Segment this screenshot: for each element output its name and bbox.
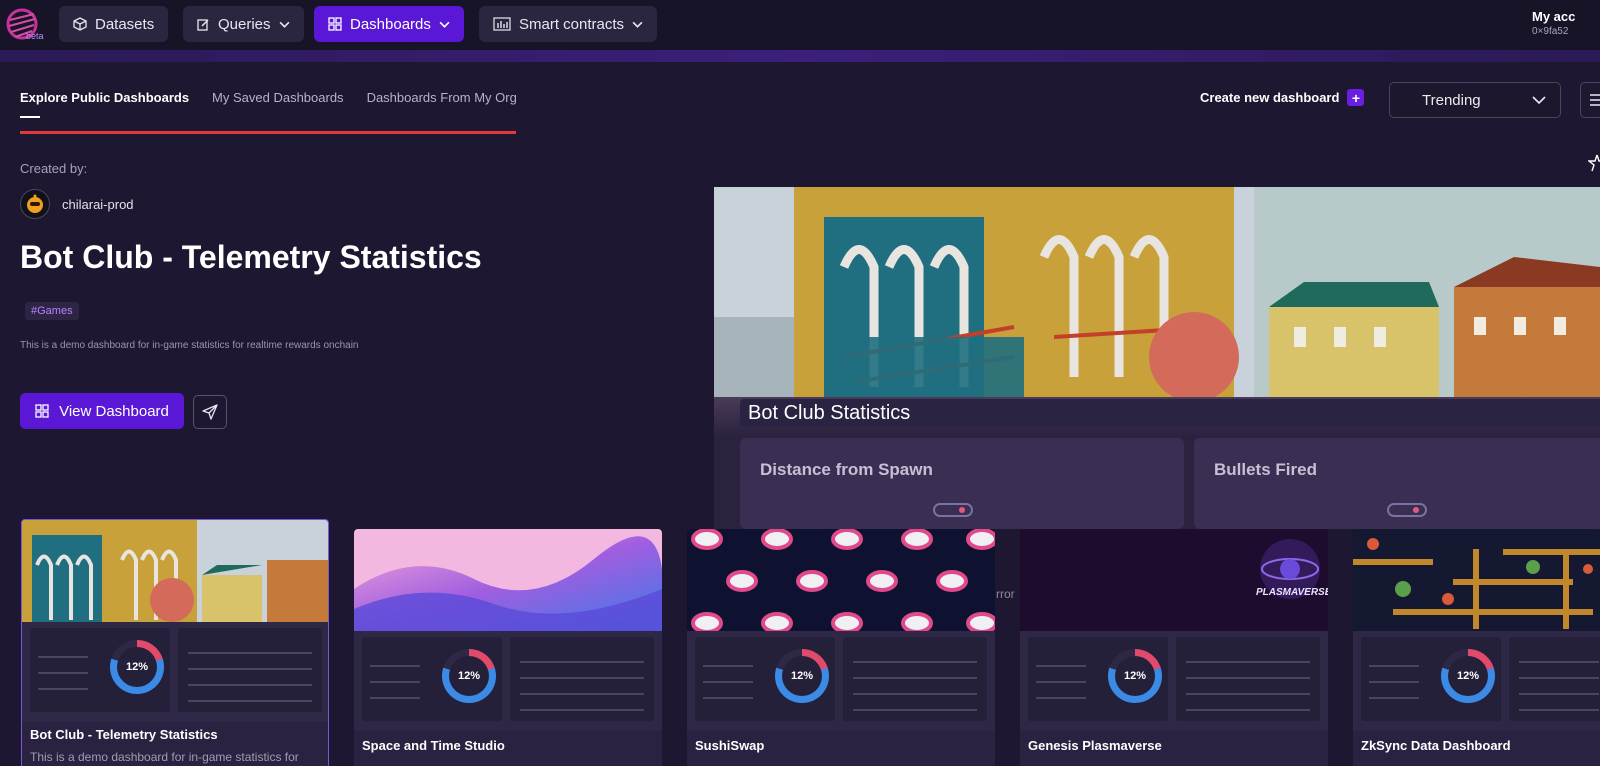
pixel-game-thumbnail-image: [1353, 529, 1600, 631]
wave-thumbnail-image: [354, 529, 662, 631]
nav-dashboards-label: Dashboards: [350, 15, 431, 33]
preview-card-title: Distance from Spawn: [760, 460, 933, 479]
dashboard-card[interactable]: 12% Space and Time Studio: [354, 529, 662, 766]
toggle-icon: [933, 503, 973, 517]
preview-card-bullets: Bullets Fired: [1194, 438, 1600, 529]
account-name: My acc: [1532, 9, 1576, 24]
card-mock-preview: 12%: [354, 631, 662, 731]
card-title: Bot Club - Telemetry Statistics: [30, 727, 218, 742]
nav-queries-label: Queries: [218, 15, 271, 33]
star-icon[interactable]: [1588, 154, 1600, 172]
card-title: ZkSync Data Dashboard: [1361, 738, 1511, 753]
preview-card-distance: Distance from Spawn: [740, 438, 1184, 529]
card-thumbnail: [687, 529, 995, 631]
card-thumbnail: [354, 529, 662, 631]
percentage-ring: 12%: [442, 649, 496, 703]
preview-title: Bot Club Statistics: [740, 399, 1600, 427]
preview-scene-image: [714, 187, 1600, 397]
view-dashboard-label: View Dashboard: [59, 402, 169, 420]
avatar[interactable]: [20, 189, 50, 219]
dashboard-card[interactable]: 12% SushiSwap: [687, 529, 995, 766]
card-thumbnail: [1353, 529, 1600, 631]
nav-accent-stripe: [0, 50, 1600, 62]
venice-scene-illustration: [714, 187, 1600, 397]
view-menu-button[interactable]: [1580, 82, 1600, 118]
category-tag[interactable]: #Games: [25, 302, 79, 320]
beta-badge: beta: [26, 31, 44, 41]
dashboard-tabs: Explore Public Dashboards My Saved Dashb…: [20, 90, 517, 105]
card-mock-preview: 12%: [1020, 631, 1328, 731]
dashboard-card[interactable]: 12% ZkSync Data Dashboard: [1353, 529, 1600, 766]
view-dashboard-button[interactable]: View Dashboard: [20, 393, 184, 429]
chevron-down-icon: [1532, 95, 1546, 104]
plasmaverse-thumbnail-image: [1020, 529, 1328, 631]
featured-title: Bot Club - Telemetry Statistics: [20, 239, 482, 275]
tab-from-my-org[interactable]: Dashboards From My Org: [367, 90, 517, 105]
sushi-thumbnail-image: [687, 529, 995, 631]
venice-thumbnail-image: [22, 520, 328, 622]
toggle-icon: [1387, 503, 1427, 517]
menu-icon: [1590, 94, 1600, 106]
nav-datasets-label: Datasets: [95, 15, 155, 33]
nav-datasets[interactable]: Datasets: [59, 6, 169, 42]
card-thumbnail: [22, 520, 328, 622]
active-tab-indicator: [20, 116, 40, 118]
plus-icon: +: [1347, 89, 1365, 106]
card-mock-preview: 12%: [22, 622, 328, 722]
share-button[interactable]: [193, 395, 227, 429]
card-title: Genesis Plasmaverse: [1028, 738, 1162, 753]
grid-icon: [328, 17, 342, 31]
chart-icon: [493, 17, 511, 31]
send-icon: [202, 404, 218, 420]
percentage-ring: 12%: [1441, 649, 1495, 703]
percentage-ring: 12%: [775, 649, 829, 703]
dashboard-card[interactable]: 12% Bot Club - Telemetry Statistics This…: [21, 519, 329, 766]
chevron-down-icon: [632, 21, 643, 28]
sort-select-value: Trending: [1422, 91, 1481, 109]
card-mock-preview: 12%: [1353, 631, 1600, 731]
nav-smart-contracts-label: Smart contracts: [519, 15, 625, 33]
robot-avatar-icon: [27, 194, 43, 213]
card-thumbnail: PLASMAVERSE: [1020, 529, 1328, 631]
create-dashboard-label: Create new dashboard: [1200, 90, 1340, 105]
chevron-down-icon: [279, 21, 290, 28]
grid-icon: [35, 404, 49, 418]
created-by-label: Created by:: [20, 161, 88, 176]
card-title: Space and Time Studio: [362, 738, 505, 753]
percentage-ring: 12%: [1108, 649, 1162, 703]
edit-icon: [197, 18, 209, 31]
percentage-ring: 12%: [110, 640, 164, 694]
card-mock-preview: 12%: [687, 631, 995, 731]
creator-name[interactable]: chilarai-prod: [62, 197, 134, 212]
create-dashboard-button[interactable]: Create new dashboard +: [1200, 89, 1365, 106]
nav-queries[interactable]: Queries: [183, 6, 304, 42]
plasmaverse-logo-text: PLASMAVERSE: [1256, 587, 1328, 598]
featured-description: This is a demo dashboard for in-game sta…: [20, 340, 359, 351]
account-menu[interactable]: My acc 0×9fa52: [1532, 9, 1600, 37]
chevron-down-icon: [439, 21, 450, 28]
nav-smart-contracts[interactable]: Smart contracts: [479, 6, 658, 42]
preview-card-title: Bullets Fired: [1214, 460, 1317, 479]
dashboard-card[interactable]: PLASMAVERSE 12% Genesis Plasmaverse: [1020, 529, 1328, 766]
tab-divider-line: [20, 131, 516, 134]
card-description: This is a demo dashboard for in-game sta…: [30, 750, 299, 764]
cube-icon: [73, 17, 87, 31]
tab-my-saved[interactable]: My Saved Dashboards: [212, 90, 344, 105]
account-address: 0×9fa52: [1532, 26, 1569, 37]
nav-dashboards[interactable]: Dashboards: [314, 6, 464, 42]
tab-explore-public[interactable]: Explore Public Dashboards: [20, 90, 189, 105]
sort-select[interactable]: Trending: [1389, 82, 1561, 118]
card-title: SushiSwap: [695, 738, 765, 753]
error-text-fragment: rror: [996, 587, 1015, 601]
